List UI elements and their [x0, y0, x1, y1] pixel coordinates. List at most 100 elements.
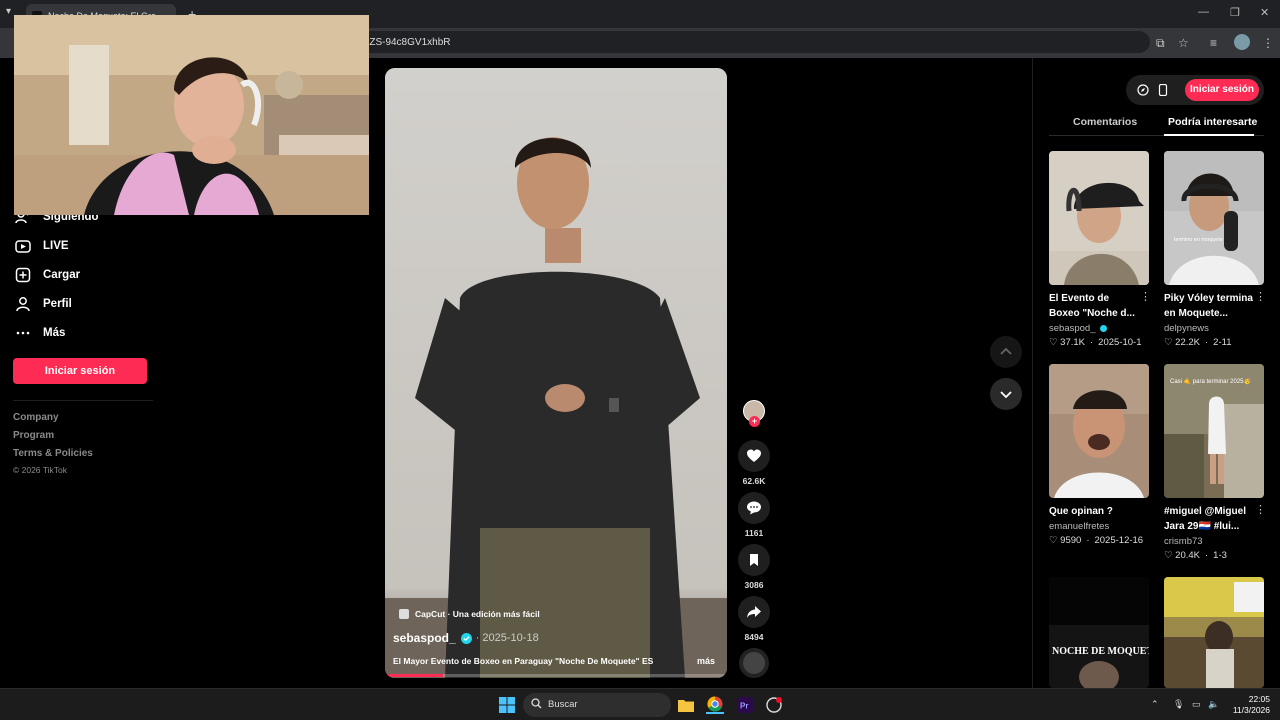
browser-profile-avatar[interactable]: [1234, 34, 1250, 50]
video-card-thumbnail[interactable]: [1049, 151, 1149, 285]
tray-chevron-up-icon[interactable]: ⌃: [1151, 699, 1159, 710]
nav-item-upload[interactable]: Cargar: [14, 264, 80, 286]
footer-link-company[interactable]: Company: [13, 412, 59, 423]
previous-video-button[interactable]: [990, 336, 1022, 368]
nav-item-profile[interactable]: Perfil: [14, 293, 72, 315]
heart-outline-icon: ♡: [1049, 337, 1058, 348]
video-card-thumbnail[interactable]: [1049, 364, 1149, 498]
url-text: -ZS-94c8GV1xhbR: [366, 37, 451, 48]
dot-separator: ·: [1205, 550, 1209, 561]
nav-label: Más: [43, 327, 66, 339]
tab-search-icon[interactable]: ▾: [6, 6, 11, 17]
video-progress-bar[interactable]: [385, 674, 727, 677]
comment-button[interactable]: [738, 492, 770, 524]
heart-outline-icon: ♡: [1164, 337, 1173, 348]
capcut-badge[interactable]: CapCut · Una edición más fácil: [399, 609, 540, 619]
tab-recommended[interactable]: Podría interesarte: [1168, 116, 1257, 128]
save-button[interactable]: [738, 544, 770, 576]
network-icon[interactable]: ▭: [1192, 699, 1201, 710]
nav-item-more[interactable]: Más: [14, 322, 65, 344]
video-card-thumbnail[interactable]: [1164, 577, 1264, 688]
media-queue-icon[interactable]: ≡: [1210, 36, 1217, 50]
volume-icon[interactable]: 🔈: [1208, 699, 1219, 710]
search-placeholder: Buscar: [548, 699, 578, 710]
video-frame: [385, 68, 727, 678]
nav-item-live[interactable]: LIVE: [14, 235, 69, 257]
bookmark-icon: [750, 554, 758, 566]
video-card-stats: ♡ 20.4K · 1-3: [1164, 550, 1227, 561]
maximize-icon[interactable]: ❐: [1230, 6, 1240, 19]
post-date: 2025-12-16: [1094, 535, 1144, 546]
card-more-icon[interactable]: ⋮: [1255, 290, 1266, 303]
chrome-icon[interactable]: [706, 696, 724, 714]
comment-icon: [747, 501, 761, 515]
shares-count: 8494: [744, 632, 764, 642]
video-card-title[interactable]: El Evento de Boxeo "Noche d...: [1049, 291, 1141, 321]
windows-taskbar: Buscar Pr ⌃ 🎙 ▭ 🔈 22:05 11/3/2026: [0, 688, 1280, 720]
share-button[interactable]: [738, 596, 770, 628]
phone-icon[interactable]: [1156, 83, 1170, 97]
nav-divider: [13, 400, 153, 401]
likes-count: 62.6K: [742, 476, 766, 486]
likes-count: 22.2K: [1175, 337, 1200, 348]
compass-icon[interactable]: [1136, 83, 1150, 97]
video-card-stats: ♡ 37.1K · 2025-10-1: [1049, 337, 1141, 348]
microphone-icon[interactable]: 🎙: [1173, 699, 1184, 710]
video-author[interactable]: sebaspod_ · 2025-10-18: [393, 631, 539, 645]
verified-badge-icon: [1100, 325, 1108, 332]
card-more-icon[interactable]: ⋮: [1255, 503, 1266, 516]
more-button[interactable]: más: [697, 656, 715, 666]
install-app-icon[interactable]: ⧉: [1156, 36, 1165, 51]
video-player[interactable]: CapCut · Una edición más fácil sebaspod_…: [385, 68, 727, 678]
video-card-author[interactable]: delpynews: [1164, 323, 1209, 334]
video-card-stats: ♡ 9590 · 2025-12-16: [1049, 535, 1143, 546]
bookmark-star-icon[interactable]: ☆: [1178, 36, 1189, 50]
footer-link-terms[interactable]: Terms & Policies: [13, 448, 93, 459]
video-card-author[interactable]: crismb73: [1164, 536, 1203, 547]
svg-text:Pr: Pr: [740, 702, 748, 711]
like-button[interactable]: [738, 440, 770, 472]
premiere-pro-icon[interactable]: Pr: [736, 696, 754, 714]
footer-link-program[interactable]: Program: [13, 430, 54, 441]
taskbar-clock[interactable]: 22:05 11/3/2026: [1226, 694, 1270, 716]
windows-start-icon[interactable]: [498, 696, 516, 714]
video-card-thumbnail[interactable]: termino en moquete: [1164, 151, 1264, 285]
tab-comments[interactable]: Comentarios: [1073, 116, 1137, 128]
video-card-author[interactable]: emanuelfretes: [1049, 521, 1109, 532]
upload-icon: [14, 266, 32, 284]
clock-date: 11/3/2026: [1232, 705, 1270, 715]
taskbar-search[interactable]: Buscar: [523, 693, 671, 717]
login-button-top[interactable]: Iniciar sesión: [1185, 79, 1259, 101]
video-card-thumbnail[interactable]: Casi 🤙 para terminar 2025🥳: [1164, 364, 1264, 498]
live-icon: [14, 237, 32, 255]
app-notification-icon[interactable]: [765, 696, 783, 714]
follow-plus-icon[interactable]: +: [749, 416, 760, 427]
card-more-icon[interactable]: ⋮: [1140, 290, 1151, 303]
nav-label: LIVE: [43, 240, 69, 252]
dot-separator: ·: [1205, 337, 1209, 348]
thumb-caption: termino en moquete: [1174, 237, 1223, 243]
video-card-thumbnail[interactable]: NOCHE DE MOQUETE: [1049, 577, 1149, 688]
browser-menu-icon[interactable]: ⋮: [1262, 36, 1274, 50]
capcut-icon: [399, 609, 409, 619]
minimize-icon[interactable]: —: [1198, 6, 1209, 18]
comments-count: 1161: [744, 528, 764, 538]
next-video-button[interactable]: [990, 378, 1022, 410]
video-description: El Mayor Evento de Boxeo en Paraguay "No…: [393, 656, 654, 666]
chevron-up-icon: [1000, 347, 1012, 355]
thumb-caption: NOCHE DE MOQUETE: [1052, 646, 1149, 657]
nav-label: Perfil: [43, 298, 72, 310]
close-window-icon[interactable]: ✕: [1260, 6, 1269, 19]
video-date: · 2025-10-18: [475, 632, 539, 644]
video-card-title[interactable]: #miguel @Miguel Jara 29🇵🇾 #lui...: [1164, 504, 1256, 534]
video-card-title[interactable]: Piky Vóley termina en Moquete...: [1164, 291, 1256, 321]
video-card-author[interactable]: sebaspod_: [1049, 323, 1108, 334]
music-disc-icon[interactable]: [739, 648, 769, 678]
file-explorer-icon[interactable]: [677, 696, 695, 714]
url-field[interactable]: -ZS-94c8GV1xhbR: [330, 31, 1150, 53]
author-name: crismb73: [1164, 536, 1203, 547]
likes-count: 37.1K: [1060, 337, 1085, 348]
profile-icon: [14, 295, 32, 313]
video-card-stats: ♡ 22.2K · 2-11: [1164, 337, 1231, 348]
login-button[interactable]: Iniciar sesión: [13, 358, 147, 384]
